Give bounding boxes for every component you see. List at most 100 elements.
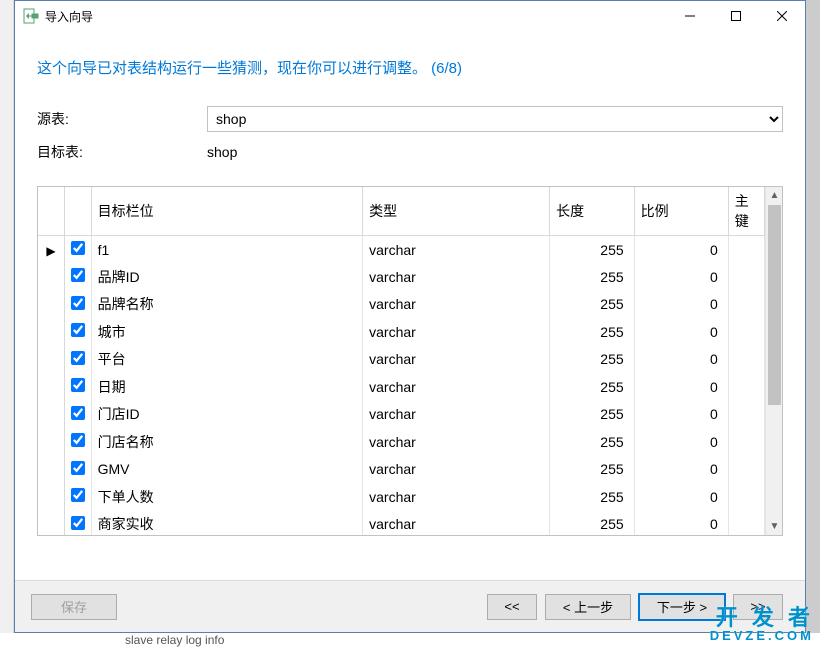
cell-type[interactable]: varchar — [363, 373, 550, 401]
col-type[interactable]: 类型 — [363, 187, 550, 236]
table-row[interactable]: 商家实收varchar2550 — [38, 511, 765, 536]
scroll-thumb[interactable] — [768, 205, 781, 405]
table-row[interactable]: 品牌IDvarchar2550 — [38, 263, 765, 291]
row-checkbox[interactable] — [71, 488, 85, 502]
col-pk[interactable]: 主键 — [728, 187, 764, 236]
source-table-select[interactable]: shop — [207, 106, 783, 132]
cell-pk[interactable] — [728, 318, 764, 346]
cell-type[interactable]: varchar — [363, 401, 550, 429]
cell-scale[interactable]: 0 — [634, 373, 728, 401]
cell-length[interactable]: 255 — [550, 511, 634, 536]
close-button[interactable] — [759, 1, 805, 31]
cell-type[interactable]: varchar — [363, 318, 550, 346]
cell-pk[interactable] — [728, 263, 764, 291]
cell-type[interactable]: varchar — [363, 263, 550, 291]
scroll-up-icon[interactable]: ▲ — [766, 187, 783, 204]
col-target-field[interactable]: 目标栏位 — [91, 187, 363, 236]
cell-scale[interactable]: 0 — [634, 401, 728, 429]
cell-pk[interactable] — [728, 373, 764, 401]
cell-length[interactable]: 255 — [550, 263, 634, 291]
cell-name[interactable]: f1 — [91, 236, 363, 264]
scroll-down-icon[interactable]: ▼ — [766, 518, 783, 535]
cell-scale[interactable]: 0 — [634, 456, 728, 484]
cell-scale[interactable]: 0 — [634, 346, 728, 374]
row-marker — [38, 373, 65, 401]
cell-length[interactable]: 255 — [550, 346, 634, 374]
row-checkbox[interactable] — [71, 516, 85, 530]
row-checkbox[interactable] — [71, 433, 85, 447]
table-row[interactable]: ▶f1varchar2550 — [38, 236, 765, 264]
vertical-scrollbar[interactable]: ▲ ▼ — [765, 187, 782, 535]
cell-scale[interactable]: 0 — [634, 236, 728, 264]
cell-length[interactable]: 255 — [550, 318, 634, 346]
cell-pk[interactable] — [728, 236, 764, 264]
table-row[interactable]: 门店名称varchar2550 — [38, 428, 765, 456]
cell-length[interactable]: 255 — [550, 291, 634, 319]
cell-type[interactable]: varchar — [363, 483, 550, 511]
cell-scale[interactable]: 0 — [634, 263, 728, 291]
cell-type[interactable]: varchar — [363, 291, 550, 319]
cell-name[interactable]: 品牌ID — [91, 263, 363, 291]
cell-pk[interactable] — [728, 291, 764, 319]
minimize-button[interactable] — [667, 1, 713, 31]
next-button[interactable]: 下一步 > — [639, 594, 725, 620]
cell-type[interactable]: varchar — [363, 456, 550, 484]
table-row[interactable]: 日期varchar2550 — [38, 373, 765, 401]
cell-pk[interactable] — [728, 456, 764, 484]
cell-pk[interactable] — [728, 346, 764, 374]
target-table-value: shop — [207, 144, 783, 160]
cell-length[interactable]: 255 — [550, 428, 634, 456]
cell-type[interactable]: varchar — [363, 428, 550, 456]
first-button[interactable]: << — [487, 594, 537, 620]
cell-length[interactable]: 255 — [550, 456, 634, 484]
form-area: 源表: shop 目标表: shop — [15, 106, 805, 182]
row-checkbox[interactable] — [71, 323, 85, 337]
cell-pk[interactable] — [728, 511, 764, 536]
cell-length[interactable]: 255 — [550, 401, 634, 429]
back-button[interactable]: < 上一步 — [545, 594, 631, 620]
row-checkbox[interactable] — [71, 378, 85, 392]
cell-name[interactable]: 品牌名称 — [91, 291, 363, 319]
save-button[interactable]: 保存 — [31, 594, 117, 620]
cell-type[interactable]: varchar — [363, 236, 550, 264]
cell-scale[interactable]: 0 — [634, 511, 728, 536]
cell-pk[interactable] — [728, 401, 764, 429]
cell-pk[interactable] — [728, 483, 764, 511]
cell-pk[interactable] — [728, 428, 764, 456]
cell-length[interactable]: 255 — [550, 483, 634, 511]
table-row[interactable]: 城市varchar2550 — [38, 318, 765, 346]
cell-name[interactable]: GMV — [91, 456, 363, 484]
cell-name[interactable]: 日期 — [91, 373, 363, 401]
cell-scale[interactable]: 0 — [634, 291, 728, 319]
table-row[interactable]: GMVvarchar2550 — [38, 456, 765, 484]
cell-scale[interactable]: 0 — [634, 483, 728, 511]
cell-scale[interactable]: 0 — [634, 428, 728, 456]
cell-scale[interactable]: 0 — [634, 318, 728, 346]
last-button[interactable]: >> — [733, 594, 783, 620]
maximize-button[interactable] — [713, 1, 759, 31]
row-checkbox[interactable] — [71, 241, 85, 255]
row-checkbox[interactable] — [71, 296, 85, 310]
row-checkbox[interactable] — [71, 461, 85, 475]
table-row[interactable]: 门店IDvarchar2550 — [38, 401, 765, 429]
col-length[interactable]: 长度 — [550, 187, 634, 236]
cell-name[interactable]: 门店名称 — [91, 428, 363, 456]
cell-name[interactable]: 商家实收 — [91, 511, 363, 536]
table-row[interactable]: 下单人数varchar2550 — [38, 483, 765, 511]
cell-name[interactable]: 门店ID — [91, 401, 363, 429]
table-row[interactable]: 品牌名称varchar2550 — [38, 291, 765, 319]
cell-name[interactable]: 平台 — [91, 346, 363, 374]
col-scale[interactable]: 比例 — [634, 187, 728, 236]
row-checkbox[interactable] — [71, 351, 85, 365]
cell-type[interactable]: varchar — [363, 511, 550, 536]
cell-name[interactable]: 城市 — [91, 318, 363, 346]
cell-name[interactable]: 下单人数 — [91, 483, 363, 511]
cell-type[interactable]: varchar — [363, 346, 550, 374]
field-grid: 目标栏位 类型 长度 比例 主键 ▶f1varchar2550品牌IDvarch… — [37, 186, 783, 536]
cell-length[interactable]: 255 — [550, 236, 634, 264]
row-marker — [38, 346, 65, 374]
table-row[interactable]: 平台varchar2550 — [38, 346, 765, 374]
row-checkbox[interactable] — [71, 406, 85, 420]
cell-length[interactable]: 255 — [550, 373, 634, 401]
row-checkbox[interactable] — [71, 268, 85, 282]
